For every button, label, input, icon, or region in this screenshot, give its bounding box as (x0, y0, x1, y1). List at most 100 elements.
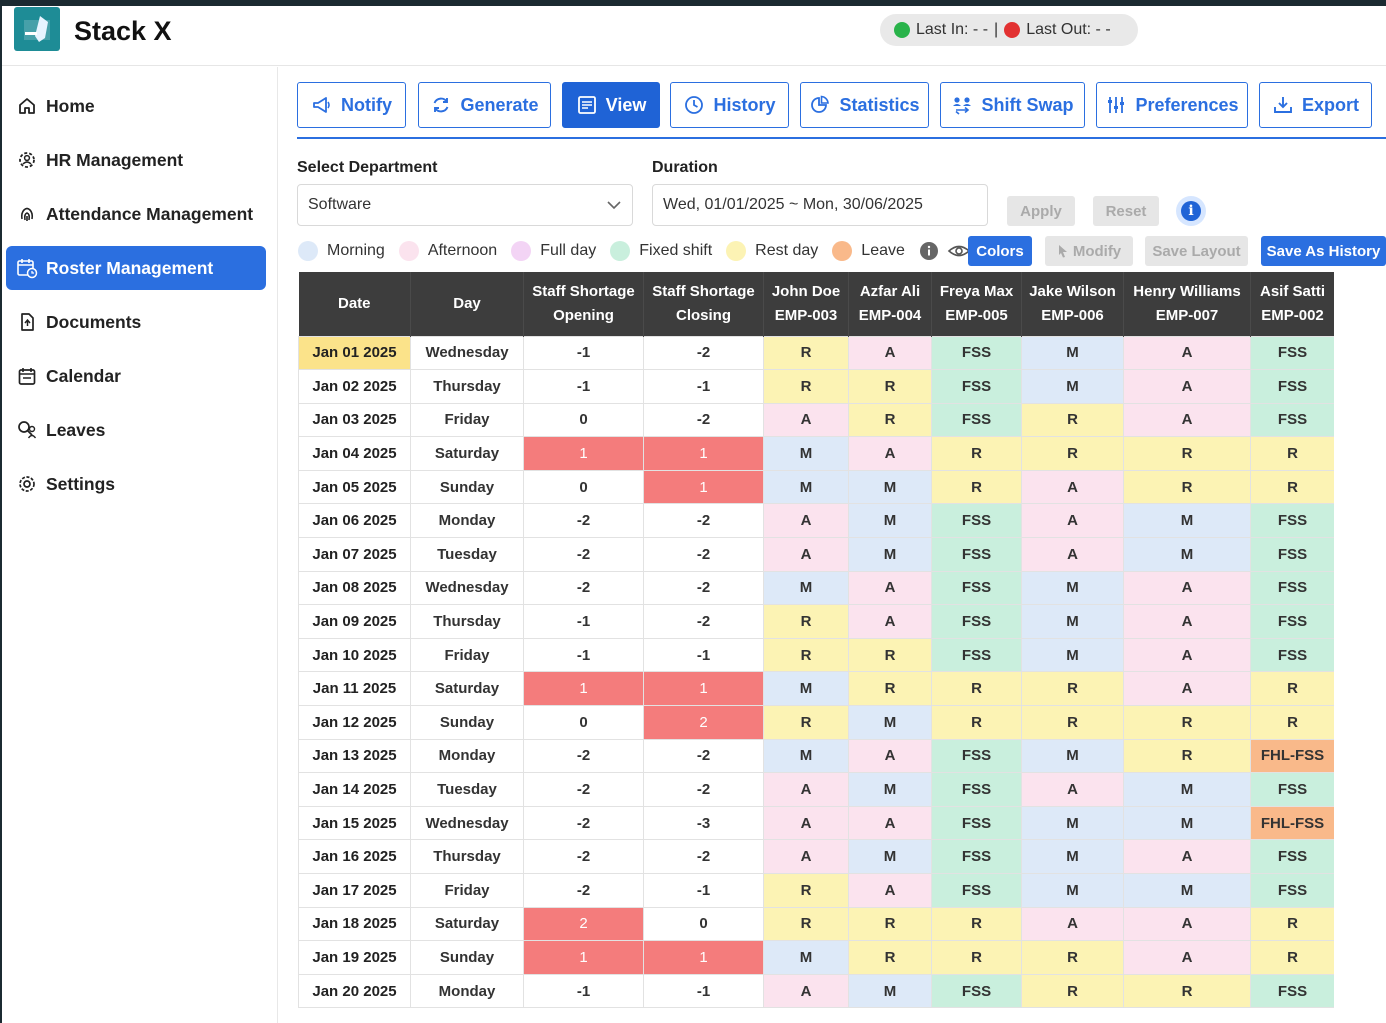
shift-cell[interactable]: M (1123, 537, 1251, 572)
shortage-closing-cell[interactable]: -2 (643, 839, 764, 874)
sidebar-item-documents[interactable]: Documents (6, 300, 266, 344)
shift-cell[interactable]: R (848, 671, 932, 707)
day-cell[interactable]: Monday (410, 503, 524, 539)
shortage-closing-cell[interactable]: -2 (643, 570, 764, 606)
shift-cell[interactable]: A (1123, 570, 1251, 606)
day-cell[interactable]: Wednesday (410, 335, 524, 371)
shift-cell[interactable]: FHL-FSS (1250, 738, 1334, 774)
shift-cell[interactable]: A (763, 973, 849, 1009)
shift-cell[interactable]: R (1021, 436, 1124, 471)
shortage-opening-cell[interactable]: 1 (523, 671, 644, 707)
preferences-button[interactable]: Preferences (1096, 82, 1248, 128)
date-cell[interactable]: Jan 12 2025 (298, 705, 411, 740)
shift-cell[interactable]: FSS (1250, 973, 1334, 1009)
shift-cell[interactable]: M (1123, 873, 1251, 908)
shift-cell[interactable]: FSS (1250, 369, 1334, 404)
shortage-opening-cell[interactable]: -1 (523, 335, 644, 371)
duration-date-range-input[interactable]: Wed, 01/01/2025 ~ Mon, 30/06/2025 (652, 184, 988, 226)
app-logo[interactable] (14, 7, 60, 51)
shift-cell[interactable]: R (763, 906, 849, 942)
shift-cell[interactable]: R (1250, 940, 1334, 975)
date-cell[interactable]: Jan 11 2025 (298, 671, 411, 707)
date-cell[interactable]: Jan 02 2025 (298, 369, 411, 404)
shift-cell[interactable]: M (763, 940, 849, 975)
shift-cell[interactable]: R (931, 940, 1022, 975)
sidebar-item-calendar[interactable]: Calendar (6, 354, 266, 398)
day-cell[interactable]: Saturday (410, 671, 524, 707)
shift-cell[interactable]: A (848, 335, 932, 371)
modify-button[interactable]: Modify (1045, 236, 1133, 266)
view-button[interactable]: View (562, 82, 660, 128)
sidebar-item-hr-management[interactable]: HR Management (6, 138, 266, 182)
shift-cell[interactable]: FSS (931, 503, 1022, 539)
shift-cell[interactable]: FSS (931, 805, 1022, 841)
shift-cell[interactable]: A (1123, 637, 1251, 673)
shift-cell[interactable]: R (1250, 906, 1334, 942)
apply-button[interactable]: Apply (1007, 196, 1075, 226)
day-cell[interactable]: Wednesday (410, 570, 524, 606)
shift-cell[interactable]: A (848, 570, 932, 606)
shortage-closing-cell[interactable]: 0 (643, 906, 764, 942)
shift-cell[interactable]: M (763, 570, 849, 606)
shift-cell[interactable]: A (763, 537, 849, 572)
shift-cell[interactable]: FHL-FSS (1250, 805, 1334, 841)
date-cell[interactable]: Jan 09 2025 (298, 604, 411, 639)
date-cell[interactable]: Jan 03 2025 (298, 402, 411, 438)
shift-cell[interactable]: A (763, 503, 849, 539)
generate-button[interactable]: Generate (418, 82, 551, 128)
day-cell[interactable]: Saturday (410, 436, 524, 471)
sidebar-item-leaves[interactable]: Leaves (6, 408, 266, 452)
colors-button[interactable]: Colors (968, 236, 1032, 266)
date-cell[interactable]: Jan 19 2025 (298, 940, 411, 975)
export-button[interactable]: Export (1259, 82, 1372, 128)
shortage-closing-cell[interactable]: -2 (643, 604, 764, 639)
shift-cell[interactable]: M (1021, 873, 1124, 908)
save-as-history-button[interactable]: Save As History (1261, 236, 1386, 266)
shortage-closing-cell[interactable]: 1 (643, 671, 764, 707)
shortage-opening-cell[interactable]: 0 (523, 705, 644, 740)
shift-cell[interactable]: M (848, 705, 932, 740)
shortage-closing-cell[interactable]: 1 (643, 940, 764, 975)
shift-cell[interactable]: A (1021, 537, 1124, 572)
shift-cell[interactable]: R (848, 637, 932, 673)
shift-cell[interactable]: FSS (931, 738, 1022, 774)
shift-cell[interactable]: A (1021, 503, 1124, 539)
shift-cell[interactable]: A (763, 772, 849, 807)
shortage-closing-cell[interactable]: -1 (643, 973, 764, 1009)
shift-cell[interactable]: A (1123, 369, 1251, 404)
shift-cell[interactable]: M (1123, 503, 1251, 539)
shift-cell[interactable]: M (1021, 839, 1124, 874)
date-cell[interactable]: Jan 08 2025 (298, 570, 411, 606)
shortage-opening-cell[interactable]: 0 (523, 469, 644, 505)
shortage-opening-cell[interactable]: 1 (523, 436, 644, 471)
info-button[interactable]: i (1176, 196, 1206, 226)
shift-cell[interactable]: R (1123, 738, 1251, 774)
shift-cell[interactable]: M (763, 469, 849, 505)
sidebar-item-home[interactable]: Home (6, 84, 266, 128)
shift-cell[interactable]: R (848, 940, 932, 975)
shift-cell[interactable]: M (848, 469, 932, 505)
date-cell[interactable]: Jan 17 2025 (298, 873, 411, 908)
shortage-closing-cell[interactable]: -2 (643, 738, 764, 774)
shift-cell[interactable]: M (1021, 805, 1124, 841)
shift-cell[interactable]: R (931, 436, 1022, 471)
shortage-closing-cell[interactable]: -2 (643, 537, 764, 572)
roster-table-container[interactable]: Date Day Staff Shortage Opening Staff Shorta… (298, 272, 1334, 1023)
date-cell[interactable]: Jan 04 2025 (298, 436, 411, 471)
shortage-closing-cell[interactable]: -3 (643, 805, 764, 841)
shift-cell[interactable]: FSS (1250, 537, 1334, 572)
shortage-closing-cell[interactable]: -1 (643, 873, 764, 908)
date-cell[interactable]: Jan 05 2025 (298, 469, 411, 505)
shift-cell[interactable]: FSS (931, 637, 1022, 673)
reset-button[interactable]: Reset (1093, 196, 1159, 226)
shift-cell[interactable]: M (848, 537, 932, 572)
shift-cell[interactable]: R (763, 335, 849, 371)
shift-cell[interactable]: R (1021, 671, 1124, 707)
shift-cell[interactable]: M (848, 973, 932, 1009)
shift-cell[interactable]: R (848, 402, 932, 438)
shift-cell[interactable]: R (1021, 402, 1124, 438)
shift-cell[interactable]: M (1021, 369, 1124, 404)
shift-cell[interactable]: FSS (931, 604, 1022, 639)
shift-cell[interactable]: R (1021, 940, 1124, 975)
shift-cell[interactable]: M (763, 436, 849, 471)
